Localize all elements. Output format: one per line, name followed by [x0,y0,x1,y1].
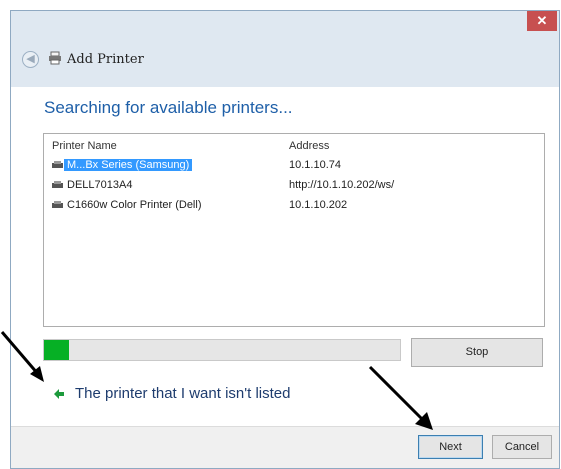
column-header-printer-name[interactable]: Printer Name [52,140,117,152]
printer-not-listed-label[interactable]: The printer that I want isn't listed [75,385,290,402]
printer-list[interactable]: Printer Name Address M...Bx Series (Sams… [43,133,545,327]
printer-address: 10.1.10.202 [289,199,348,211]
close-button[interactable]: ✕ [527,11,557,31]
black-pointer-arrow-icon [368,365,433,430]
page-heading: Searching for available printers... [44,98,293,117]
printer-row[interactable]: DELL7013A4 http://10.1.10.202/ws/ [44,177,544,194]
printer-icon [52,181,63,188]
dialog-footer: Next Cancel [11,426,559,468]
printer-name: DELL7013A4 [67,179,133,191]
search-progress-bar [43,339,401,361]
back-arrow-icon: ◀ [26,53,35,65]
printer-icon [52,161,63,168]
printer-address: 10.1.10.74 [289,159,341,171]
add-printer-window: ✕ ◀ Add Printer Searching for available … [10,10,560,469]
title-bar: ✕ ◀ Add Printer [11,11,559,87]
green-arrow-icon [54,389,64,399]
printer-icon [52,201,63,208]
printer-name: M...Bx Series (Samsung) [64,159,193,171]
printer-name: C1660w Color Printer (Dell) [67,199,202,211]
printer-row[interactable]: C1660w Color Printer (Dell) 10.1.10.202 [44,197,544,214]
black-pointer-arrow-icon [0,331,44,382]
cancel-button[interactable]: Cancel [492,435,552,459]
printer-row[interactable]: M...Bx Series (Samsung) 10.1.10.74 [44,157,544,174]
printer-icon [49,51,61,65]
next-button[interactable]: Next [418,435,483,459]
back-button[interactable]: ◀ [22,51,39,68]
printer-address: http://10.1.10.202/ws/ [289,179,395,191]
column-header-address[interactable]: Address [289,140,329,152]
window-title: Add Printer [67,52,144,67]
